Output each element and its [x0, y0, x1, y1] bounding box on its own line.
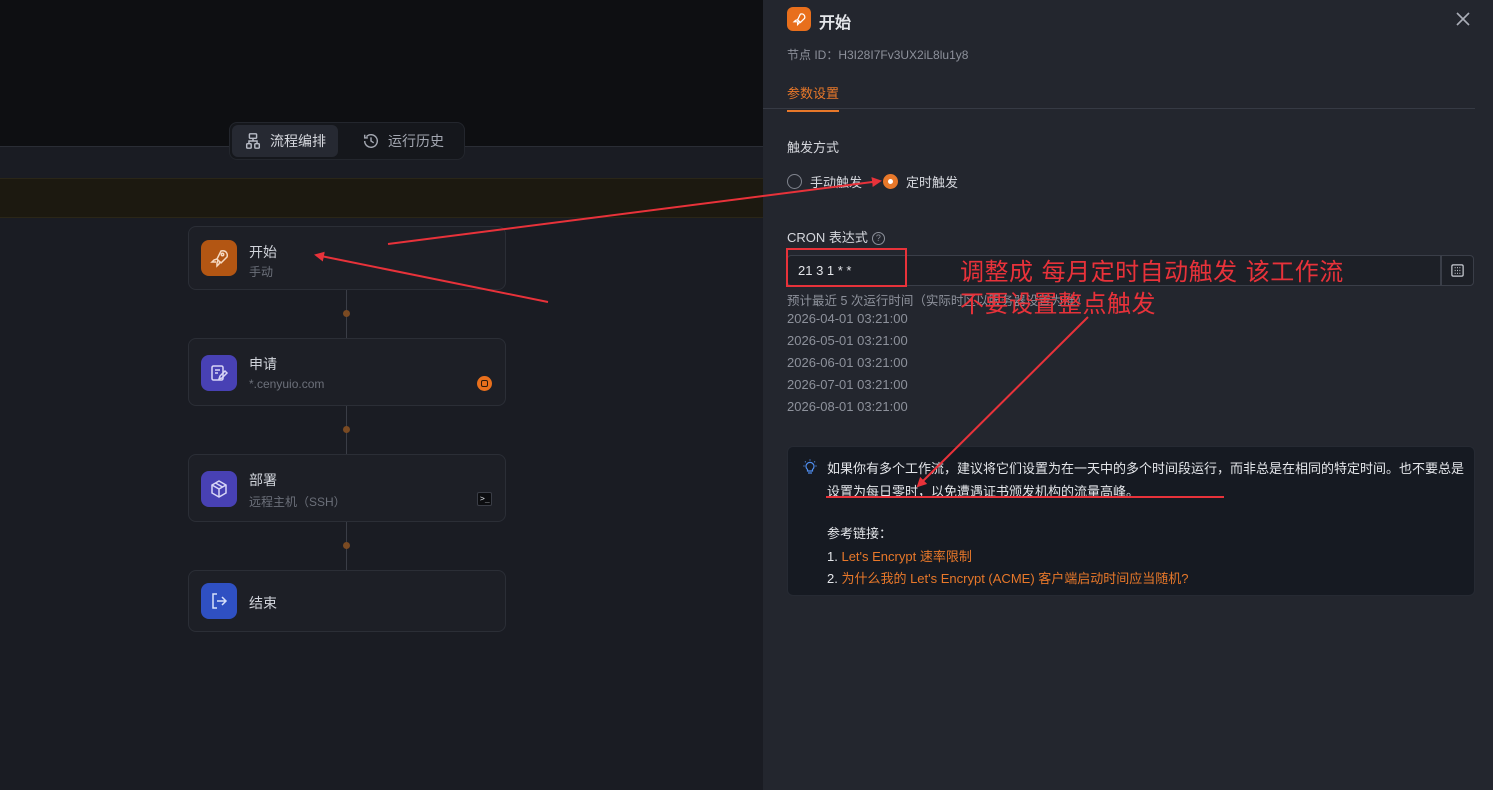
connector-dot[interactable]	[343, 542, 350, 549]
node-title: 申请	[249, 356, 277, 372]
radio-manual-trigger[interactable]: 手动触发	[787, 172, 862, 191]
view-tabs: 流程编排 运行历史	[229, 122, 465, 160]
rocket-icon	[201, 240, 237, 276]
trigger-mode-label: 触发方式	[787, 140, 840, 155]
tip-text: 如果你有多个工作流，建议将它们设置为在一天中的多个时间段运行，而非总是在相同的特…	[827, 461, 1465, 499]
tab-flow-editor[interactable]: 流程编排	[232, 125, 338, 157]
annotation-text: 调整成 每月定时自动触发 该工作流	[960, 258, 1344, 286]
flow-icon	[245, 133, 261, 149]
workflow-canvas: 流程编排 运行历史 开始 手动 申请 *.cenyuio.com 部署 远程主机…	[0, 0, 763, 790]
reference-number: 1.	[827, 549, 838, 564]
reference-title: 参考链接：	[827, 526, 893, 541]
radio-manual-label: 手动触发	[810, 175, 863, 190]
cron-label-row: CRON 表达式?	[787, 227, 885, 246]
radio-circle[interactable]	[787, 174, 802, 189]
tab-run-history[interactable]: 运行历史	[350, 125, 456, 157]
lightbulb-icon	[803, 459, 817, 474]
connector-dot[interactable]	[343, 310, 350, 317]
node-title: 部署	[249, 472, 277, 488]
tab-underline-divider	[763, 108, 1475, 109]
drawer-title: 开始	[819, 15, 852, 32]
exit-icon	[201, 583, 237, 619]
help-icon[interactable]: ?	[871, 232, 885, 246]
reference-item: 1. Let's Encrypt 速率限制	[827, 546, 972, 565]
tab-run-history-label: 运行历史	[388, 133, 444, 149]
tab-flow-editor-label: 流程编排	[270, 133, 326, 149]
radio-circle[interactable]	[883, 174, 898, 189]
connector-dot[interactable]	[343, 426, 350, 433]
run-time-item: 2026-08-01 03:21:00	[787, 399, 908, 414]
history-icon	[363, 134, 378, 149]
scheduling-tip-alert: 如果你有多个工作流，建议将它们设置为在一天中的多个时间段运行，而非总是在相同的特…	[787, 446, 1475, 596]
provider-badge-icon	[477, 376, 492, 391]
node-subtitle: 手动	[249, 265, 274, 279]
run-time-item: 2026-07-01 03:21:00	[787, 377, 908, 392]
cron-label: CRON 表达式	[787, 230, 868, 245]
link-acme-random-start[interactable]: 为什么我的 Let's Encrypt (ACME) 客户端启动时间应当随机?	[841, 571, 1188, 586]
radio-scheduled-trigger[interactable]: 定时触发	[883, 172, 958, 191]
certificate-apply-icon	[201, 355, 237, 391]
node-apply[interactable]: 申请 *.cenyuio.com	[188, 338, 506, 406]
node-config-drawer: 开始 节点 ID：H3I28I7Fv3UX2iL8lu1y8 参数设置 触发方式…	[763, 0, 1493, 790]
notice-banner	[0, 178, 763, 218]
node-id: 节点 ID：H3I28I7Fv3UX2iL8lu1y8	[787, 48, 969, 62]
node-title: 结束	[249, 595, 277, 611]
reference-number: 2.	[827, 571, 838, 586]
radio-scheduled-label: 定时触发	[906, 175, 959, 190]
node-end[interactable]: 结束	[188, 570, 506, 632]
package-icon	[201, 471, 237, 507]
cron-builder-button[interactable]	[1441, 255, 1474, 286]
node-subtitle: *.cenyuio.com	[249, 377, 325, 391]
close-icon[interactable]	[1453, 9, 1473, 29]
terminal-icon: >_	[477, 492, 492, 506]
run-time-item: 2026-05-01 03:21:00	[787, 333, 908, 348]
rocket-icon	[787, 7, 811, 31]
link-letsencrypt-rate-limits[interactable]: Let's Encrypt 速率限制	[841, 549, 971, 564]
node-start[interactable]: 开始 手动	[188, 226, 506, 290]
reference-item: 2. 为什么我的 Let's Encrypt (ACME) 客户端启动时间应当随…	[827, 568, 1189, 587]
node-subtitle: 远程主机（SSH）	[249, 495, 346, 509]
run-time-item: 2026-04-01 03:21:00	[787, 311, 908, 326]
calculator-icon	[1451, 264, 1464, 277]
node-deploy[interactable]: 部署 远程主机（SSH） >_	[188, 454, 506, 522]
node-title: 开始	[249, 244, 277, 260]
annotation-text: 不要设置整点触发	[960, 290, 1156, 318]
run-time-item: 2026-06-01 03:21:00	[787, 355, 908, 370]
